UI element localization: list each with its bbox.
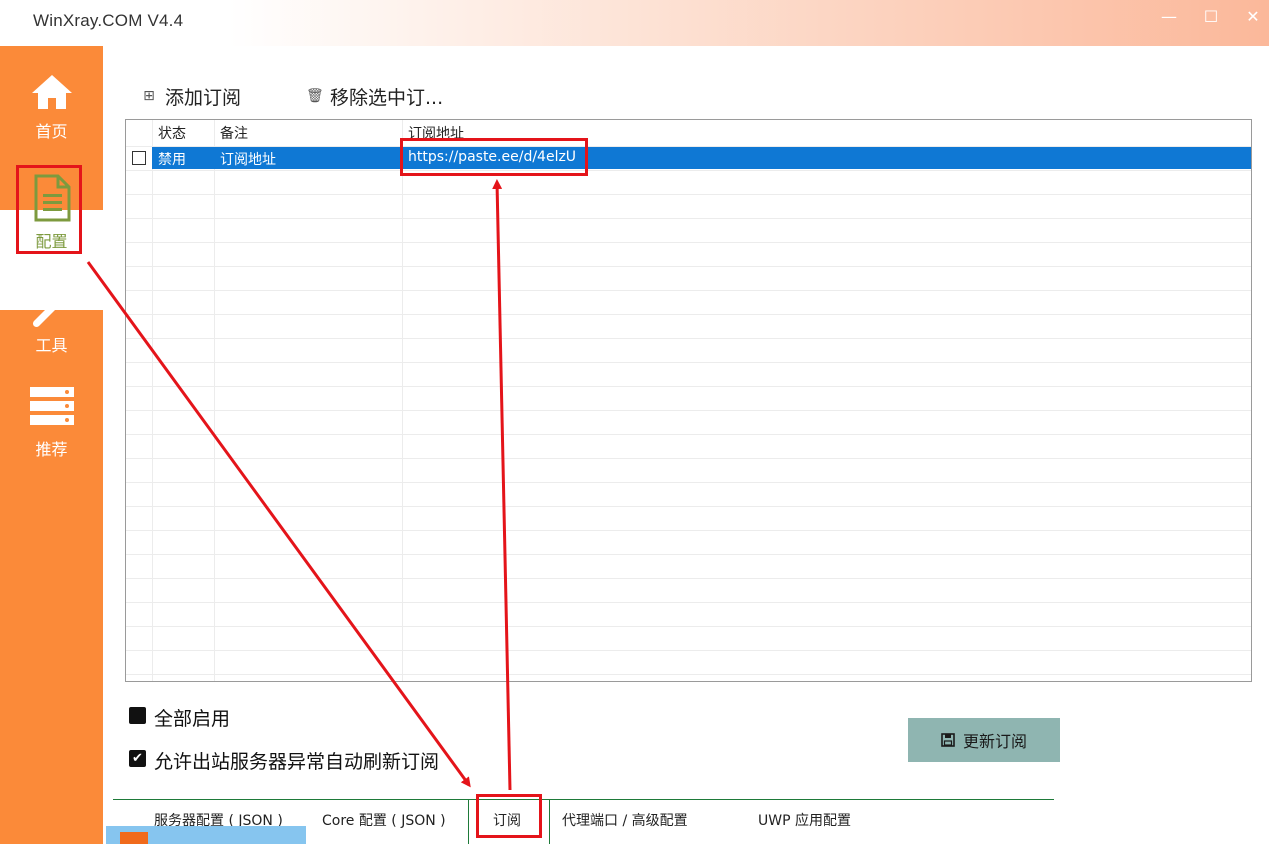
- sidebar-item-recommend[interactable]: 推荐: [0, 386, 103, 460]
- sidebar-item-tools[interactable]: 工具: [0, 282, 103, 356]
- grid-divider: [126, 242, 1251, 243]
- sidebar-item-label: 首页: [35, 122, 68, 141]
- tab-subscription[interactable]: 订阅: [493, 810, 521, 830]
- save-icon: [941, 733, 955, 747]
- add-subscription-button[interactable]: ⊞ 添加订阅: [141, 82, 241, 110]
- maximize-button[interactable]: ☐: [1198, 6, 1224, 28]
- remove-selected-button[interactable]: 🗑 移除选中订...: [306, 82, 443, 110]
- grid-divider: [126, 266, 1251, 267]
- close-button[interactable]: ✕: [1240, 6, 1266, 28]
- row-url: https://paste.ee/d/4elzU: [408, 149, 577, 165]
- wrench-icon: [32, 285, 75, 328]
- grid-divider: [126, 194, 1251, 195]
- window-title: WinXray.COM V4.4: [33, 11, 184, 30]
- grid-divider: [126, 338, 1251, 339]
- enable-all-label[interactable]: 全部启用: [154, 704, 230, 731]
- sidebar-item-label: 工具: [35, 336, 68, 355]
- grid-divider: [126, 650, 1251, 651]
- tab-strip-line: [113, 799, 1054, 800]
- update-subscription-label: 更新订阅: [962, 732, 1027, 751]
- sidebar-item-home[interactable]: 首页: [0, 72, 103, 142]
- sidebar-item-config[interactable]: 配置: [0, 174, 103, 252]
- grid-divider: [126, 482, 1251, 483]
- grid-divider: [126, 602, 1251, 603]
- table-row[interactable]: [152, 147, 1251, 169]
- grid-divider: [126, 290, 1251, 291]
- title-bar: WinXray.COM V4.4 — ☐ ✕: [0, 0, 1269, 46]
- row-checkbox[interactable]: [132, 151, 146, 165]
- home-icon: [31, 75, 72, 109]
- document-icon: [34, 174, 70, 222]
- row-status: 禁用: [158, 152, 186, 168]
- update-subscription-button[interactable]: 更新订阅: [908, 718, 1060, 762]
- sidebar: 首页 配置 工具 推荐: [0, 46, 103, 844]
- grid-divider: [126, 554, 1251, 555]
- tab-proxy-port[interactable]: 代理端口 / 高级配置: [562, 810, 688, 830]
- add-subscription-label: 添加订阅: [165, 86, 242, 109]
- tab-uwp-config[interactable]: UWP 应用配置: [758, 810, 851, 830]
- enable-all-checkbox[interactable]: [129, 707, 146, 724]
- grid-divider: [126, 530, 1251, 531]
- grid-divider: [152, 120, 153, 681]
- auto-refresh-checkbox[interactable]: ✔: [129, 750, 146, 767]
- grid-divider: [126, 578, 1251, 579]
- grid-divider: [126, 410, 1251, 411]
- tab-core-config[interactable]: Core 配置 ( JSON ): [322, 810, 446, 830]
- grid-divider: [126, 170, 1251, 171]
- grid-divider: [126, 458, 1251, 459]
- row-remark: 订阅地址: [220, 152, 276, 168]
- minimize-button[interactable]: —: [1156, 6, 1182, 28]
- column-header-status[interactable]: 状态: [158, 123, 186, 143]
- trash-icon: 🗑: [306, 88, 324, 104]
- grid-divider: [126, 218, 1251, 219]
- grid-divider: [214, 120, 215, 681]
- plus-box-icon: ⊞: [143, 88, 155, 104]
- grid-divider: [126, 674, 1251, 675]
- grid-divider: [126, 314, 1251, 315]
- grid-divider: [126, 362, 1251, 363]
- remove-selected-label: 移除选中订...: [330, 86, 444, 109]
- grid-divider: [402, 120, 403, 681]
- grid-divider: [126, 626, 1251, 627]
- server-icon: [29, 387, 74, 425]
- grid-divider: [126, 434, 1251, 435]
- column-header-remark[interactable]: 备注: [220, 123, 248, 143]
- sidebar-item-label: 配置: [35, 232, 68, 251]
- column-header-url[interactable]: 订阅地址: [408, 123, 464, 143]
- auto-refresh-label[interactable]: 允许出站服务器异常自动刷新订阅: [154, 747, 439, 774]
- grid-divider: [126, 386, 1251, 387]
- subscription-grid[interactable]: 状态 备注 订阅地址 禁用 订阅地址 https://paste.ee/d/4e…: [125, 119, 1252, 682]
- app-logo-icon: [120, 832, 148, 844]
- grid-divider: [126, 506, 1251, 507]
- sidebar-item-label: 推荐: [35, 440, 68, 459]
